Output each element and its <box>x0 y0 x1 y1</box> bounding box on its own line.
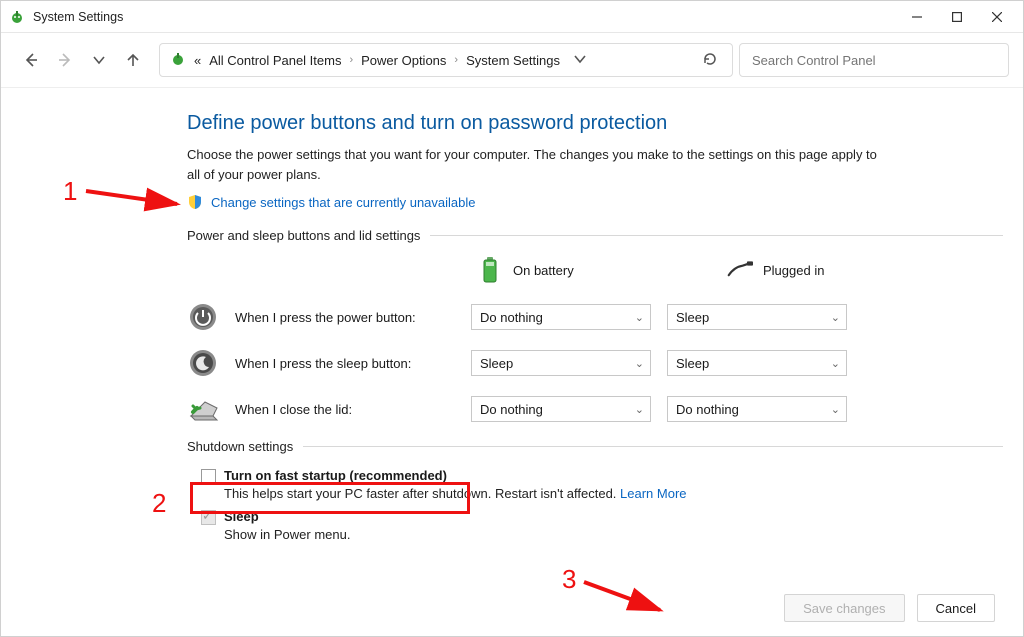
row-power-button: When I press the power button: Do nothin… <box>187 301 1003 333</box>
address-history-button[interactable] <box>568 53 592 68</box>
cancel-button[interactable]: Cancel <box>917 594 995 622</box>
section-shutdown: Shutdown settings <box>187 439 1003 454</box>
breadcrumb-icon <box>170 51 186 70</box>
lid-icon <box>187 393 219 425</box>
column-on-battery: On battery <box>477 257 647 283</box>
sleep-help: Show in Power menu. <box>224 527 1003 542</box>
section-power-lid: Power and sleep buttons and lid settings <box>187 228 1003 243</box>
window-title: System Settings <box>33 10 123 24</box>
select-power-plugged[interactable]: Sleep⌄ <box>667 304 847 330</box>
plug-icon <box>727 257 753 283</box>
nav-up-button[interactable] <box>119 46 147 74</box>
arrow-1-icon <box>82 182 192 225</box>
column-plugged-in: Plugged in <box>727 257 897 283</box>
select-sleep-battery[interactable]: Sleep⌄ <box>471 350 651 376</box>
breadcrumb-system-settings[interactable]: System Settings <box>466 53 560 68</box>
power-icon <box>187 301 219 333</box>
chevron-down-icon: ⌄ <box>635 403 644 416</box>
row-label: When I press the power button: <box>235 310 455 325</box>
battery-icon <box>477 257 503 283</box>
search-input[interactable] <box>752 53 996 68</box>
row-close-lid: When I close the lid: Do nothing⌄ Do not… <box>187 393 1003 425</box>
nav-recent-button[interactable] <box>85 46 113 74</box>
page-title: Define power buttons and turn on passwor… <box>187 112 1003 135</box>
app-icon <box>9 9 25 25</box>
minimize-button[interactable] <box>897 3 937 31</box>
row-sleep-button: When I press the sleep button: Sleep⌄ Sl… <box>187 347 1003 379</box>
chevron-right-icon: › <box>454 54 458 66</box>
breadcrumb-root[interactable]: All Control Panel Items <box>209 53 341 68</box>
nav-back-button[interactable] <box>17 46 45 74</box>
row-label: When I close the lid: <box>235 402 455 417</box>
chevron-down-icon: ⌄ <box>635 357 644 370</box>
change-settings-link[interactable]: Change settings that are currently unava… <box>211 195 476 210</box>
close-button[interactable] <box>977 3 1017 31</box>
row-label: When I press the sleep button: <box>235 356 455 371</box>
select-power-battery[interactable]: Do nothing⌄ <box>471 304 651 330</box>
footer: Save changes Cancel <box>1 584 1023 636</box>
breadcrumb-prefix: « <box>194 53 201 68</box>
address-bar[interactable]: « All Control Panel Items › Power Option… <box>159 43 733 77</box>
sleep-icon <box>187 347 219 379</box>
search-box[interactable] <box>739 43 1009 77</box>
window-frame: System Settings <box>0 0 1024 637</box>
select-sleep-plugged[interactable]: Sleep⌄ <box>667 350 847 376</box>
save-button[interactable]: Save changes <box>784 594 904 622</box>
breadcrumb-power-options[interactable]: Power Options <box>361 53 446 68</box>
annotation-2: 2 <box>152 488 166 519</box>
annotation-1: 1 <box>63 176 77 207</box>
chevron-down-icon: ⌄ <box>831 311 840 324</box>
titlebar: System Settings <box>1 1 1023 33</box>
chevron-down-icon: ⌄ <box>635 311 644 324</box>
annotation-3: 3 <box>562 564 576 595</box>
nav-forward-button[interactable] <box>51 46 79 74</box>
page-description: Choose the power settings that you want … <box>187 145 877 184</box>
select-lid-battery[interactable]: Do nothing⌄ <box>471 396 651 422</box>
fast-startup-label: Turn on fast startup (recommended) <box>224 468 447 483</box>
maximize-button[interactable] <box>937 3 977 31</box>
annotation-box-2 <box>190 482 470 514</box>
learn-more-link[interactable]: Learn More <box>620 486 686 501</box>
select-lid-plugged[interactable]: Do nothing⌄ <box>667 396 847 422</box>
arrow-3-icon <box>580 576 690 629</box>
refresh-button[interactable] <box>696 51 724 70</box>
chevron-down-icon: ⌄ <box>831 357 840 370</box>
chevron-right-icon: › <box>349 54 353 66</box>
nav-row: « All Control Panel Items › Power Option… <box>1 33 1023 88</box>
chevron-down-icon: ⌄ <box>831 403 840 416</box>
